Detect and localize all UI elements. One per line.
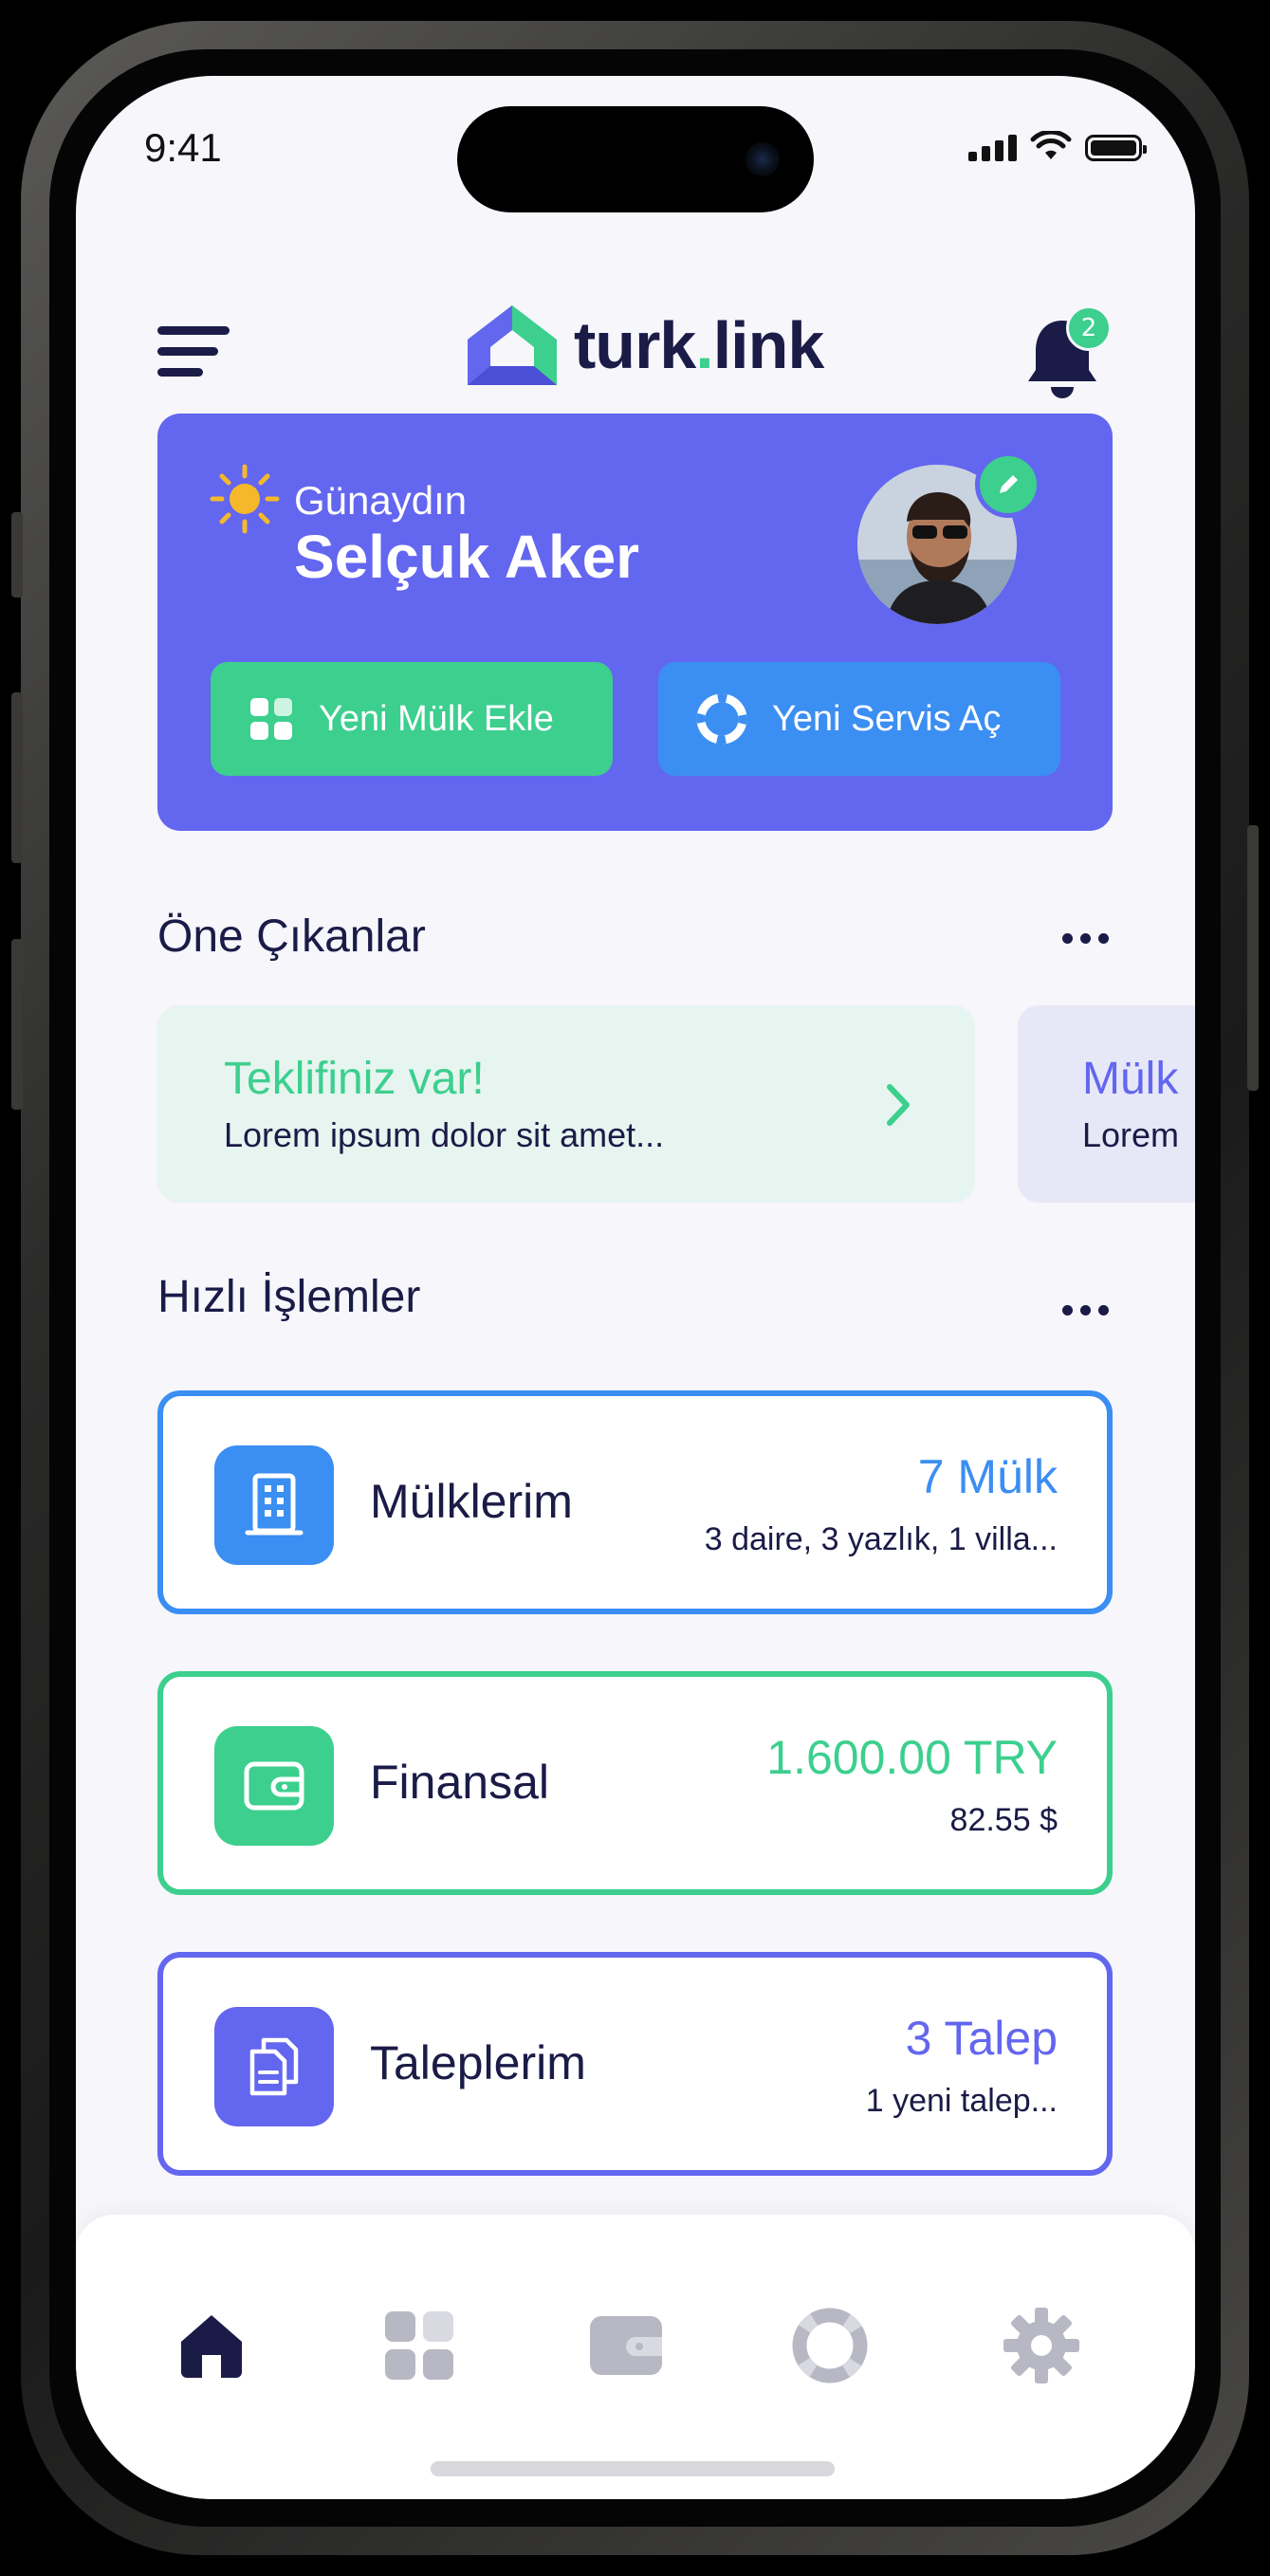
notification-badge: 2 [1066, 305, 1112, 351]
camera-icon [745, 142, 780, 176]
volume-up-button [11, 692, 23, 863]
wifi-icon [1030, 131, 1072, 159]
tab-dashboard[interactable] [379, 2306, 459, 2385]
highlights-title: Öne Çıkanlar [157, 911, 426, 962]
grid-icon [385, 2311, 453, 2380]
turklink-logo: turk.link [462, 302, 824, 389]
tab-settings[interactable] [1002, 2306, 1081, 2385]
pencil-icon [1000, 475, 1018, 493]
home-icon [181, 2315, 242, 2378]
house-logo-icon [468, 305, 557, 385]
volume-down-button [11, 939, 23, 1110]
quick-actions-title: Hızlı İşlemler [157, 1272, 421, 1322]
properties-subtitle: 3 daire, 3 yazlık, 1 villa... [704, 1521, 1058, 1557]
documents-icon [214, 2007, 334, 2126]
properties-card[interactable]: Mülklerim 7 Mülk 3 daire, 3 yazlık, 1 vi… [157, 1390, 1113, 1614]
status-icons [968, 131, 1147, 161]
tab-support[interactable] [790, 2306, 870, 2385]
requests-value: 3 Talep [905, 2012, 1058, 2065]
finance-subtitle: 82.55 $ [949, 1802, 1058, 1838]
battery-icon [1085, 135, 1147, 161]
highlight-card[interactable]: Mülk Lorem [1018, 1005, 1195, 1203]
sun-icon [210, 464, 280, 534]
highlight-card-title: Mülk [1082, 1054, 1179, 1104]
power-button [1247, 825, 1259, 1091]
new-service-label: Yeni Servis Aç [772, 698, 1002, 739]
highlight-card-title: Teklifiniz var! [224, 1054, 485, 1104]
action-button [11, 512, 23, 598]
properties-value: 7 Mülk [917, 1450, 1058, 1503]
requests-title: Taleplerim [370, 2036, 586, 2089]
wallet-icon [590, 2316, 662, 2375]
lifebuoy-icon [792, 2308, 868, 2383]
greeting-card: Günaydın Selçuk Aker Yeni Mülk Ekle Yeni… [157, 414, 1113, 831]
finance-value: 1.600.00 TRY [766, 1731, 1058, 1784]
logo-text: turk.link [574, 308, 824, 382]
highlights-more-icon[interactable] [1062, 933, 1109, 944]
finance-card[interactable]: Finansal 1.600.00 TRY 82.55 $ [157, 1671, 1113, 1895]
cellular-signal-icon [968, 133, 1017, 161]
wallet-icon [214, 1726, 334, 1846]
user-name: Selçuk Aker [294, 523, 640, 591]
bottom-tab-bar [76, 2215, 1195, 2499]
building-icon [214, 1445, 334, 1565]
dynamic-island [457, 106, 814, 212]
grid-icon [250, 698, 292, 740]
requests-card[interactable]: Taleplerim 3 Talep 1 yeni talep... [157, 1952, 1113, 2176]
home-indicator [431, 2461, 835, 2476]
chevron-right-icon [887, 1084, 910, 1126]
gear-icon [1003, 2308, 1079, 2383]
quick-actions-more-icon[interactable] [1062, 1305, 1109, 1316]
edit-profile-button[interactable] [975, 451, 1041, 518]
app-screen: 9:41 turk.link 2 Günaydın Selçuk Aker Ye… [76, 76, 1195, 2499]
greeting-text: Günaydın [294, 478, 468, 523]
tab-wallet[interactable] [586, 2306, 666, 2385]
tab-home[interactable] [172, 2306, 251, 2385]
add-property-label: Yeni Mülk Ekle [319, 698, 554, 739]
status-time: 9:41 [144, 125, 222, 170]
highlight-card-description: Lorem [1082, 1115, 1180, 1154]
menu-icon[interactable] [157, 326, 230, 383]
finance-title: Finansal [370, 1756, 549, 1809]
requests-subtitle: 1 yeni talep... [865, 2083, 1058, 2119]
highlight-card-description: Lorem ipsum dolor sit amet... [224, 1115, 665, 1154]
app-header: turk.link 2 [76, 237, 1195, 398]
highlight-card[interactable]: Teklifiniz var! Lorem ipsum dolor sit am… [157, 1005, 975, 1203]
new-service-button[interactable]: Yeni Servis Aç [658, 662, 1060, 776]
lifebuoy-icon [696, 693, 747, 745]
properties-title: Mülklerim [370, 1475, 573, 1528]
add-property-button[interactable]: Yeni Mülk Ekle [211, 662, 613, 776]
